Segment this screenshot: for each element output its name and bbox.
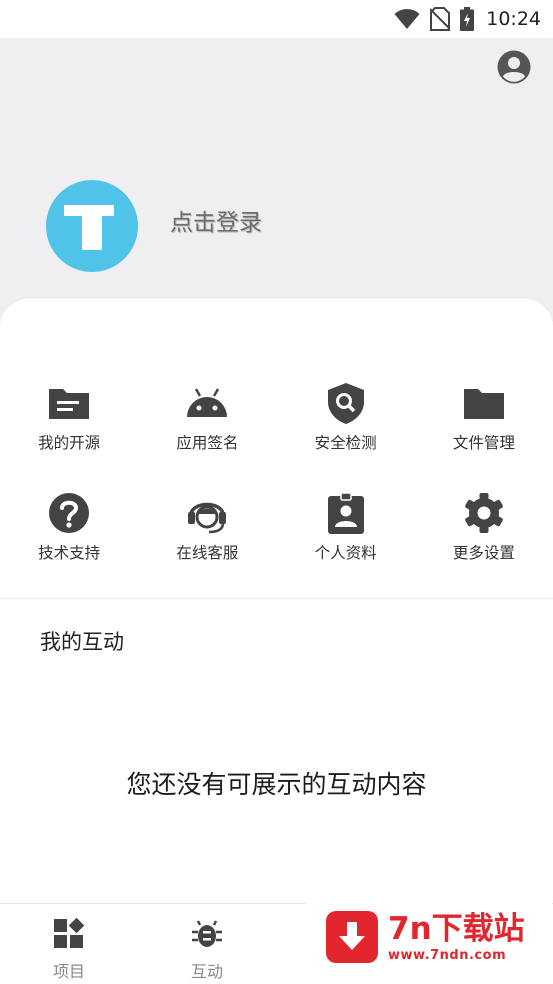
feature-app-signing[interactable]: 应用签名: [138, 381, 276, 453]
watermark-url: www.7ndn.com: [388, 948, 507, 963]
no-sim-icon: [430, 7, 451, 31]
login-link[interactable]: 点击登录: [170, 203, 262, 237]
folder-icon: [463, 389, 504, 419]
feature-label: 应用签名: [176, 434, 239, 452]
watermark: 7n下载站 www.7ndn.com: [306, 890, 552, 983]
section-divider: [0, 598, 553, 599]
status-icons: 10:24: [394, 4, 541, 34]
help-icon: [49, 493, 90, 533]
bug-icon: [192, 920, 222, 947]
feature-label: 更多设置: [452, 544, 515, 562]
logo-i-icon: [64, 205, 114, 250]
feature-profile[interactable]: 个人资料: [277, 491, 415, 563]
feature-label: 安全检测: [314, 434, 377, 452]
feature-file-manager[interactable]: 文件管理: [415, 381, 553, 453]
status-bar: 10:24: [0, 0, 553, 38]
battery-icon: [460, 7, 475, 31]
shield-search-icon: [327, 383, 364, 424]
account-circle-icon[interactable]: [497, 50, 531, 84]
interactions-title: 我的互动: [40, 630, 124, 654]
feature-more-settings[interactable]: 更多设置: [415, 491, 553, 563]
nav-label: 互动: [190, 962, 223, 981]
feature-online-service[interactable]: 在线客服: [138, 491, 276, 563]
feature-grid: 我的开源 应用签名 安全检测 文件管理 技术支持 在线客服 个人资料 更多设置: [0, 381, 553, 563]
feature-label: 在线客服: [176, 544, 239, 562]
nav-projects[interactable]: 项目: [29, 916, 109, 982]
feature-label: 个人资料: [314, 544, 377, 562]
app-logo[interactable]: [46, 180, 138, 272]
feature-label: 我的开源: [38, 434, 101, 452]
gear-icon: [465, 493, 503, 533]
watermark-text: 7n下载站 www.7ndn.com: [388, 910, 525, 963]
feature-label: 技术支持: [38, 544, 101, 562]
folder-doc-icon: [49, 389, 90, 419]
download-arrow-icon: [339, 921, 365, 950]
feature-tech-support[interactable]: 技术支持: [0, 491, 138, 563]
watermark-logo: [326, 910, 378, 963]
headset-icon: [188, 502, 227, 534]
feature-label: 文件管理: [452, 434, 515, 452]
watermark-title: 7n下载站: [388, 911, 525, 947]
android-icon: [187, 388, 228, 417]
dashboard-icon: [54, 917, 85, 948]
empty-state-message: 您还没有可展示的互动内容: [126, 770, 427, 799]
nav-interactions[interactable]: 互动: [167, 916, 247, 982]
feature-my-opensource[interactable]: 我的开源: [0, 381, 138, 453]
nav-label: 项目: [52, 962, 85, 981]
id-badge-icon: [327, 492, 364, 534]
wifi-icon: [394, 8, 420, 29]
feature-security-scan[interactable]: 安全检测: [277, 381, 415, 453]
status-time: 10:24: [486, 8, 541, 30]
